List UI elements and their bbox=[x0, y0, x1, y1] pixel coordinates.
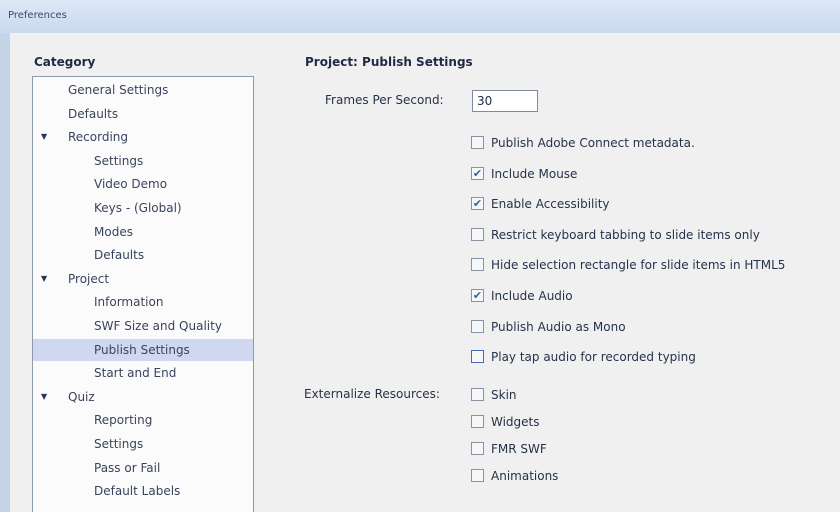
checkbox[interactable] bbox=[471, 388, 484, 401]
category-item[interactable]: Keys - (Global) bbox=[94, 197, 182, 219]
checkbox[interactable] bbox=[471, 415, 484, 428]
checkbox[interactable] bbox=[471, 442, 484, 455]
category-item[interactable]: Project bbox=[68, 268, 109, 290]
category-item[interactable]: Settings bbox=[94, 150, 143, 172]
checkmark-icon: ✔ bbox=[472, 197, 483, 211]
category-item[interactable]: General Settings bbox=[68, 79, 168, 101]
category-item[interactable]: Start and End bbox=[94, 362, 176, 384]
checkbox[interactable] bbox=[471, 136, 484, 149]
checkbox-label: FMR SWF bbox=[491, 442, 547, 456]
section-title: Project: Publish Settings bbox=[305, 55, 473, 69]
checkmark-icon: ✔ bbox=[472, 289, 483, 302]
checkbox-label: Animations bbox=[491, 469, 559, 483]
category-tree[interactable]: General Settings Defaults Recording ▼ Settin… bbox=[32, 76, 254, 512]
category-item[interactable]: Quiz bbox=[68, 386, 95, 408]
window-title: Preferences bbox=[8, 10, 67, 21]
checkbox-label: Include Audio bbox=[491, 289, 573, 303]
checkbox-label: Play tap audio for recorded typing bbox=[491, 350, 696, 365]
category-item[interactable]: Defaults bbox=[94, 244, 144, 266]
category-item[interactable]: Publish Settings bbox=[33, 338, 253, 361]
checkbox-label: Widgets bbox=[491, 415, 540, 429]
expander-triangle-icon[interactable]: ▼ bbox=[41, 386, 47, 408]
checkbox[interactable] bbox=[471, 350, 484, 364]
checkbox-label: Restrict keyboard tabbing to slide items… bbox=[491, 227, 760, 242]
checkbox-label: Publish Audio as Mono bbox=[491, 319, 626, 334]
category-item[interactable]: SWF Size and Quality bbox=[94, 315, 222, 337]
checkbox[interactable] bbox=[471, 227, 484, 241]
externalize-label: Externalize Resources: bbox=[304, 387, 440, 401]
checkbox-label: Skin bbox=[491, 388, 517, 402]
checkbox[interactable] bbox=[471, 469, 484, 482]
checkbox-label: Enable Accessibility bbox=[491, 197, 610, 212]
fps-input[interactable] bbox=[472, 90, 538, 112]
checkbox-label: Publish Adobe Connect metadata. bbox=[491, 136, 695, 150]
checkbox[interactable]: ✔ bbox=[471, 289, 484, 302]
checkbox-label: Include Mouse bbox=[491, 166, 578, 181]
category-item[interactable]: Recording bbox=[68, 126, 128, 148]
category-item[interactable]: Information bbox=[94, 291, 163, 313]
checkbox[interactable] bbox=[471, 258, 484, 272]
expander-triangle-icon[interactable]: ▼ bbox=[41, 268, 47, 290]
checkmark-icon: ✔ bbox=[472, 166, 483, 180]
fps-label: Frames Per Second: bbox=[325, 93, 444, 107]
category-item[interactable]: Default Labels bbox=[94, 480, 180, 502]
category-item[interactable]: Settings bbox=[94, 433, 143, 455]
checkbox-label: Hide selection rectangle for slide items… bbox=[491, 258, 786, 273]
category-item[interactable]: Video Demo bbox=[94, 173, 167, 195]
checkbox[interactable] bbox=[471, 319, 484, 333]
category-item[interactable]: Modes bbox=[94, 221, 133, 243]
expander-triangle-icon[interactable]: ▼ bbox=[41, 126, 47, 148]
category-header: Category bbox=[34, 55, 96, 69]
category-item[interactable]: Reporting bbox=[94, 409, 152, 431]
category-item[interactable]: Defaults bbox=[68, 103, 118, 125]
checkbox[interactable]: ✔ bbox=[471, 166, 484, 180]
category-item[interactable]: Pass or Fail bbox=[94, 457, 160, 479]
checkbox[interactable]: ✔ bbox=[471, 197, 484, 211]
window-frame bbox=[0, 33, 10, 512]
title-bar: Preferences bbox=[0, 0, 840, 34]
